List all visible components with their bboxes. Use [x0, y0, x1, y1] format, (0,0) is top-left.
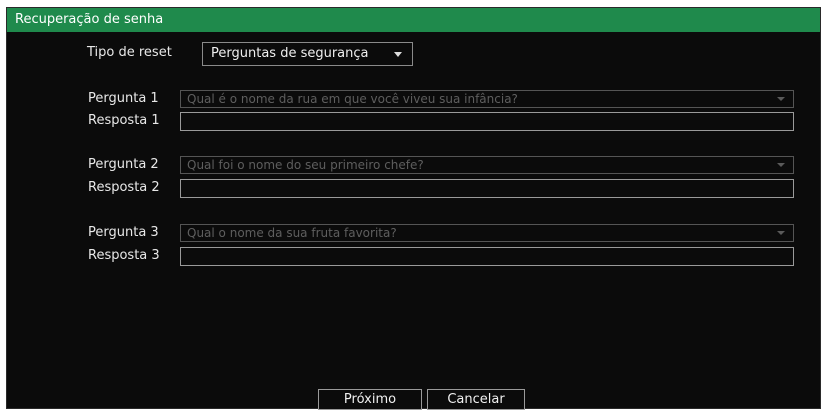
- reset-type-select[interactable]: Perguntas de segurança: [202, 42, 413, 66]
- password-recovery-dialog: Recuperação de senha Tipo de reset Pergu…: [6, 7, 821, 410]
- question-2-select[interactable]: Qual foi o nome do seu primeiro chefe?: [180, 156, 794, 174]
- answer-2-input[interactable]: [180, 179, 794, 198]
- reset-type-label: Tipo de reset: [87, 45, 172, 60]
- answer-1-input[interactable]: [180, 112, 794, 131]
- question-2-text: Qual foi o nome do seu primeiro chefe?: [187, 158, 424, 172]
- chevron-down-icon: [777, 163, 785, 167]
- answer-2-label: Resposta 2: [88, 180, 160, 195]
- chevron-down-icon: [777, 97, 785, 101]
- next-button[interactable]: Próximo: [318, 389, 422, 410]
- question-3-text: Qual o nome da sua fruta favorita?: [187, 226, 397, 240]
- reset-type-value: Perguntas de segurança: [211, 46, 369, 61]
- answer-3-input[interactable]: [180, 247, 794, 266]
- question-1-text: Qual é o nome da rua em que você viveu s…: [187, 92, 518, 106]
- chevron-down-icon: [777, 231, 785, 235]
- dialog-title: Recuperação de senha: [7, 8, 820, 32]
- question-3-select[interactable]: Qual o nome da sua fruta favorita?: [180, 224, 794, 242]
- question-1-select[interactable]: Qual é o nome da rua em que você viveu s…: [180, 90, 794, 108]
- answer-3-label: Resposta 3: [88, 248, 160, 263]
- cancel-button[interactable]: Cancelar: [427, 389, 525, 410]
- chevron-down-icon: [394, 52, 402, 57]
- question-3-label: Pergunta 3: [88, 225, 159, 240]
- question-2-label: Pergunta 2: [88, 157, 159, 172]
- question-1-label: Pergunta 1: [88, 91, 159, 106]
- answer-1-label: Resposta 1: [88, 113, 160, 128]
